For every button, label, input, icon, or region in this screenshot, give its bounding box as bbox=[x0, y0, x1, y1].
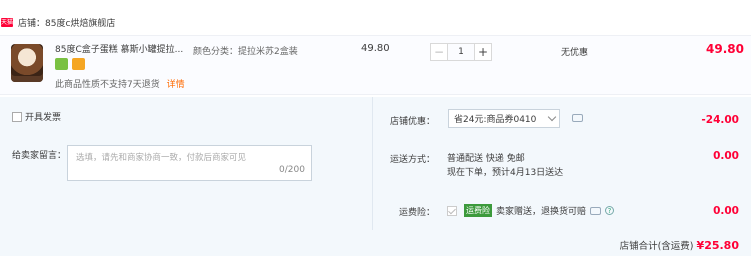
insurance-text: 卖家赠送，退换货可赔 bbox=[496, 207, 587, 217]
coupon-chat-icon[interactable] bbox=[572, 114, 583, 122]
insurance-checkbox[interactable] bbox=[447, 205, 457, 216]
service-badge-icon[interactable] bbox=[55, 58, 68, 70]
panel-divider bbox=[372, 97, 373, 230]
insurance-tag: 运费险 bbox=[464, 204, 492, 217]
shop-total: 店铺合计(含运费) ¥25.80 bbox=[620, 238, 739, 252]
seller-message-placeholder: 选填，请先和商家协商一致，付款后商家可见 bbox=[76, 153, 247, 163]
shipping-eta: 现在下单，预计4月13日送达 bbox=[447, 168, 564, 178]
insurance-amount: 0.00 bbox=[713, 205, 739, 217]
item-total: 49.80 bbox=[706, 42, 744, 56]
unit-price: 49.80 bbox=[361, 43, 390, 54]
coupon-label: 店铺优惠： bbox=[390, 117, 436, 127]
seller-message-label: 给卖家留言： bbox=[12, 151, 67, 161]
coupon-selected-value: 省24元:商品券0410 bbox=[454, 115, 537, 125]
shop-name[interactable]: 店铺：85度c烘焙旗舰店 bbox=[18, 16, 115, 29]
quantity-input[interactable]: 1 bbox=[448, 43, 474, 61]
return-policy-note: 此商品性质不支持7天退货 详情 bbox=[55, 77, 185, 90]
shipping-info: 普通配送 快递 免邮 现在下单，预计4月13日送达 bbox=[447, 152, 563, 180]
card-payment-icon[interactable] bbox=[72, 58, 85, 70]
item-discount: 无优惠 bbox=[561, 48, 589, 58]
product-thumbnail[interactable] bbox=[11, 44, 43, 82]
product-title[interactable]: 85度C盒子蛋糕 慕斯小罐提拉... bbox=[55, 42, 183, 55]
invoice-checkbox[interactable] bbox=[12, 111, 22, 122]
tmall-icon: 天猫 bbox=[1, 17, 14, 27]
shop-total-value: ¥25.80 bbox=[696, 239, 739, 252]
increase-quantity-button[interactable]: + bbox=[474, 43, 492, 61]
quantity-stepper: − 1 + bbox=[430, 43, 492, 61]
shipping-method: 普通配送 快递 免邮 bbox=[447, 154, 525, 164]
service-badges bbox=[55, 58, 85, 70]
insurance-label: 运费险： bbox=[399, 208, 436, 218]
return-policy-text: 此商品性质不支持7天退货 bbox=[55, 80, 160, 90]
decrease-quantity-button[interactable]: − bbox=[430, 43, 448, 61]
seller-message-count: 0/200 bbox=[279, 165, 305, 175]
shipping-amount: 0.00 bbox=[713, 150, 739, 162]
chevron-down-icon bbox=[547, 112, 557, 122]
product-sku: 颜色分类：提拉米苏2盒装 bbox=[193, 47, 298, 57]
insurance-chat-icon[interactable] bbox=[590, 206, 602, 215]
help-icon[interactable]: ? bbox=[605, 206, 615, 215]
return-detail-link[interactable]: 详情 bbox=[167, 80, 185, 90]
insurance-option: 运费险 卖家赠送，退换货可赔 ? bbox=[447, 204, 615, 217]
invoice-option[interactable]: 开具发票 bbox=[12, 110, 61, 123]
coupon-select[interactable]: 省24元:商品券0410 bbox=[448, 109, 560, 128]
coupon-amount: -24.00 bbox=[701, 114, 739, 126]
invoice-label: 开具发票 bbox=[25, 113, 62, 123]
shop-total-label: 店铺合计(含运费) bbox=[619, 241, 694, 252]
shop-header: 天猫 店铺：85度c烘焙旗舰店 bbox=[0, 12, 115, 32]
shipping-label: 运送方式： bbox=[390, 155, 436, 165]
